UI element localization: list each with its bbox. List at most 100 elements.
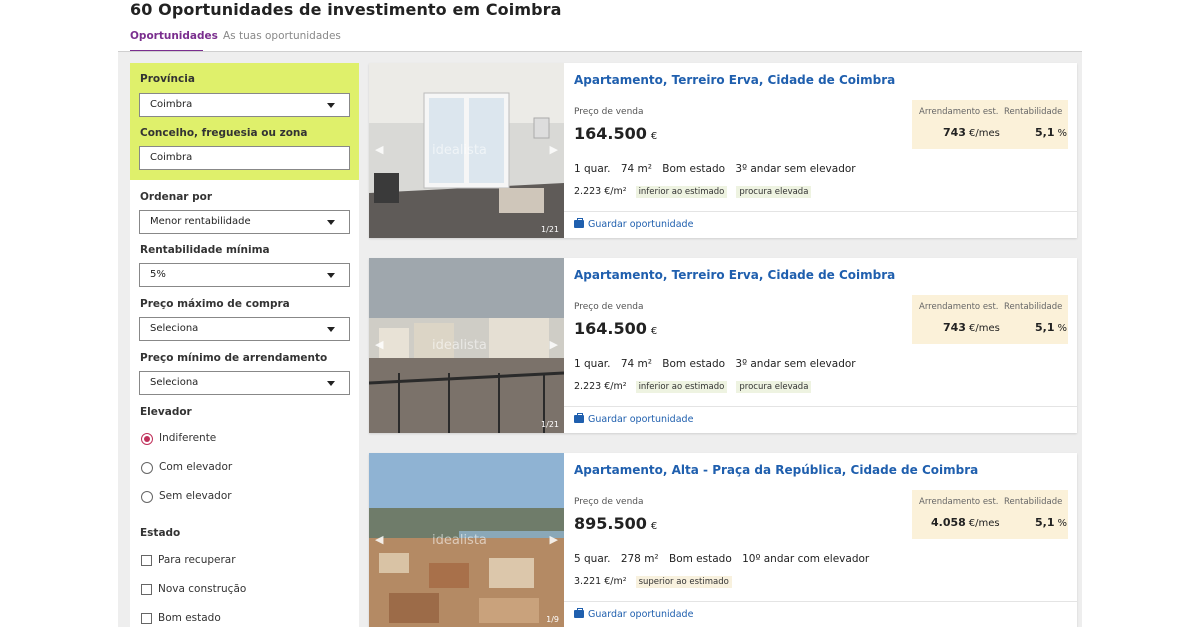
photo-prev-icon[interactable]: ◀: [375, 143, 383, 156]
listing-features: 1 quar. 74 m² Bom estado 3º andar sem el…: [574, 163, 863, 175]
caret-down-icon: [327, 327, 335, 332]
rent-yield-box: Arrendamento est. Rentabilidade 4.058 €/m…: [912, 490, 1068, 539]
rentabilidade-minima-select[interactable]: 5%: [139, 263, 350, 287]
feature-bedrooms: 5 quar.: [574, 553, 611, 565]
yield-label: Rentabilidade: [1004, 302, 1063, 312]
card-divider: [564, 601, 1077, 602]
caret-down-icon: [327, 381, 335, 386]
feature-floor: 3º andar sem elevador: [735, 358, 856, 370]
rent-unit: €/mes: [968, 128, 1000, 139]
card-divider: [564, 211, 1077, 212]
yield-value: 5,1: [1035, 516, 1055, 529]
rent-value: 743: [943, 126, 966, 139]
caret-down-icon: [327, 273, 335, 278]
listing-title[interactable]: Apartamento, Terreiro Erva, Cidade de Co…: [574, 73, 895, 87]
caret-down-icon: [327, 103, 335, 108]
feature-condition: Bom estado: [668, 553, 732, 565]
tag-demand: procura elevada: [736, 186, 812, 198]
arrendamento-minimo-select[interactable]: Seleciona: [139, 371, 350, 395]
briefcase-icon: [574, 218, 584, 228]
radio-sem-elevador[interactable]: [141, 491, 153, 503]
preco-maximo-select[interactable]: Seleciona: [139, 317, 350, 341]
feature-area: 74 m²: [620, 358, 652, 370]
photo-prev-icon[interactable]: ◀: [375, 533, 383, 546]
rent-value: 743: [943, 321, 966, 334]
price-per-sqm-row: 2.223 €/m² inferior ao estimado procura …: [574, 186, 812, 198]
price-value: 164.500: [574, 319, 647, 338]
feature-condition: Bom estado: [662, 358, 726, 370]
ordenar-value: Menor rentabilidade: [150, 216, 251, 227]
feature-area: 74 m²: [620, 163, 652, 175]
currency: €: [650, 326, 658, 337]
arrendamento-minimo-label: Preço mínimo de arrendamento: [140, 352, 328, 364]
rent-unit: €/mes: [968, 518, 1000, 529]
ordenar-label: Ordenar por: [140, 191, 213, 203]
save-label: Guardar oportunidade: [588, 609, 694, 620]
feature-area: 278 m²: [620, 553, 659, 565]
radio-label-sem-elevador: Sem elevador: [159, 490, 232, 502]
feature-floor: 3º andar sem elevador: [735, 163, 856, 175]
checkbox-bom-estado[interactable]: [141, 613, 152, 624]
yield-unit: %: [1057, 128, 1068, 139]
checkbox-label-para-recuperar: Para recuperar: [158, 554, 236, 566]
photo-counter: 1/21: [541, 225, 559, 234]
radio-label-indiferente: Indiferente: [159, 432, 217, 444]
tab-as-tuas-oportunidades[interactable]: As tuas oportunidades: [223, 30, 341, 42]
photo-prev-icon[interactable]: ◀: [375, 338, 383, 351]
provincia-label: Província: [140, 73, 195, 85]
price-label: Preço de venda: [574, 107, 644, 117]
yield-unit: %: [1057, 518, 1068, 529]
listing-card[interactable]: ◀ ▶ idealista 1/21 Apartamento, Terreiro…: [369, 258, 1077, 433]
save-opportunity-button[interactable]: Guardar oportunidade: [574, 413, 693, 425]
feature-floor: 10º andar com elevador: [742, 553, 870, 565]
listing-photo[interactable]: ◀ ▶ idealista 1/21: [369, 258, 564, 433]
tag-demand: procura elevada: [736, 381, 812, 393]
rentabilidade-minima-label: Rentabilidade mínima: [140, 244, 270, 256]
yield-estimate: 5,1%: [1035, 321, 1067, 334]
photo-next-icon[interactable]: ▶: [550, 338, 558, 351]
listing-photo[interactable]: ◀ ▶ idealista 1/9: [369, 453, 564, 627]
checkbox-label-bom-estado: Bom estado: [158, 612, 221, 624]
elevador-label: Elevador: [140, 406, 192, 418]
yield-value: 5,1: [1035, 126, 1055, 139]
price-value: 895.500: [574, 514, 647, 533]
concelho-input[interactable]: Coimbra: [139, 146, 350, 170]
preco-maximo-value: Seleciona: [150, 323, 199, 334]
photo-watermark: idealista: [432, 143, 487, 158]
feature-bedrooms: 1 quar.: [574, 163, 611, 175]
save-opportunity-button[interactable]: Guardar oportunidade: [574, 218, 694, 230]
rent-yield-box: Arrendamento est. Rentabilidade 743 €/mes…: [912, 295, 1068, 344]
checkbox-para-recuperar[interactable]: [141, 555, 152, 566]
checkbox-nova-construcao[interactable]: [141, 584, 152, 595]
briefcase-icon: [574, 608, 584, 618]
save-opportunity-button[interactable]: Guardar oportunidade: [574, 608, 694, 620]
provincia-select[interactable]: Coimbra: [139, 93, 350, 117]
rent-label: Arrendamento est.: [919, 302, 999, 312]
listing-photo[interactable]: ◀ ▶ idealista 1/21: [369, 63, 564, 238]
ordenar-select[interactable]: Menor rentabilidade: [139, 210, 350, 234]
provincia-value: Coimbra: [150, 99, 193, 110]
tabs-bar: Oportunidades As tuas oportunidades: [130, 28, 1080, 52]
tag-price-estimate: inferior ao estimado: [635, 381, 728, 393]
concelho-value: Coimbra: [150, 152, 193, 163]
yield-label: Rentabilidade: [1004, 497, 1063, 507]
listing-card[interactable]: ◀ ▶ idealista 1/9 Apartamento, Alta - Pr…: [369, 453, 1077, 627]
photo-next-icon[interactable]: ▶: [550, 143, 558, 156]
save-label: Guardar oportunidade: [588, 219, 694, 230]
currency: €: [650, 131, 658, 142]
price-per-sqm: 2.223 €/m²: [574, 381, 627, 392]
tab-oportunidades[interactable]: Oportunidades: [130, 30, 218, 42]
radio-indiferente[interactable]: [141, 433, 153, 445]
yield-unit: %: [1057, 323, 1068, 334]
price-per-sqm: 2.223 €/m²: [574, 186, 627, 197]
rent-yield-box: Arrendamento est. Rentabilidade 743 €/mes…: [912, 100, 1068, 149]
listing-title[interactable]: Apartamento, Alta - Praça da República, …: [574, 463, 978, 477]
photo-watermark: idealista: [432, 533, 487, 548]
listing-title[interactable]: Apartamento, Terreiro Erva, Cidade de Co…: [574, 268, 895, 282]
price-per-sqm-row: 2.223 €/m² inferior ao estimado procura …: [574, 381, 812, 393]
photo-counter: 1/21: [541, 420, 559, 429]
radio-com-elevador[interactable]: [141, 462, 153, 474]
photo-next-icon[interactable]: ▶: [550, 533, 558, 546]
listing-card[interactable]: ◀ ▶ idealista 1/21 Apartamento, Terreiro…: [369, 63, 1077, 238]
feature-bedrooms: 1 quar.: [574, 358, 611, 370]
